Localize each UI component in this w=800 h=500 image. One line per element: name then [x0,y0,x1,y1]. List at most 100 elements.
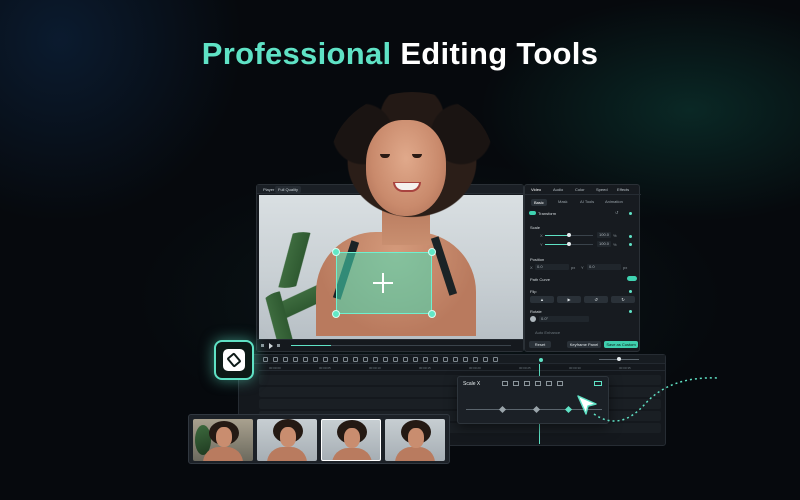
subtab-animation[interactable]: Animation [605,199,623,204]
filmstrip-frame[interactable] [385,419,445,461]
filmstrip-frame-selected[interactable] [321,419,381,461]
undo-icon[interactable] [273,357,278,362]
subtab-mask[interactable]: Mask [558,199,568,204]
zoom-knob[interactable] [617,357,621,361]
path-curve-toggle[interactable] [627,276,637,281]
headline: Professional Editing Tools [0,36,800,72]
pos-y-label: Y [581,265,584,270]
stabilize-icon[interactable] [463,357,468,362]
keyframe-diamond-icon[interactable] [564,405,573,414]
mask-handle-bottom-left[interactable] [332,310,340,318]
tab-color[interactable]: Color [575,187,585,192]
delete-icon[interactable] [293,357,298,362]
ruler-tick: 00:00:10 [369,366,381,370]
ruler-tick: 00:00:15 [419,366,431,370]
timeline-ruler[interactable]: 00:00:00 00:00:05 00:00:10 00:00:15 00:0… [259,365,665,371]
snap-icon[interactable] [473,357,478,362]
curve-hold-icon[interactable] [546,381,552,386]
tab-quality[interactable]: Full Quality [275,186,302,193]
record-icon[interactable] [423,357,428,362]
mask-tool-icon [223,349,245,371]
scale-label: Scale [530,225,541,230]
curve-ease-out-icon[interactable] [535,381,541,386]
keyframe-diamond-icon[interactable] [629,212,632,215]
pos-x-label: X [530,265,533,270]
effects-icon[interactable] [393,357,398,362]
keyframe-diamond-icon[interactable] [532,405,541,414]
rotate-value[interactable]: 0.0° [539,316,589,322]
keyframe-diamond-icon[interactable] [629,235,632,238]
keyframe-diamond-icon[interactable] [629,310,632,313]
curve-expand-icon[interactable] [557,381,563,386]
motion-path [593,377,719,422]
split-icon[interactable] [303,357,308,362]
plus-icon [382,273,384,293]
curve-ease-icon[interactable] [513,381,519,386]
prev-frame-icon[interactable] [261,344,264,347]
group-icon[interactable] [443,357,448,362]
flip-horizontal-button[interactable]: ▲ [530,296,554,303]
marker-icon[interactable] [433,357,438,362]
scale-y-knob[interactable] [567,242,571,246]
curve-linear-icon[interactable] [502,381,508,386]
transition-icon[interactable] [383,357,388,362]
text-icon[interactable] [323,357,328,362]
flip-vertical-button[interactable]: ▶ [557,296,581,303]
play-icon[interactable] [269,343,273,349]
frame-face [344,428,360,448]
ruler-tick: 00:00:25 [519,366,531,370]
freeze-icon[interactable] [373,357,378,362]
crop-icon[interactable] [313,357,318,362]
scale-x-knob[interactable] [567,233,571,237]
keyframe-panel-button[interactable]: Keyframe Panel [567,341,601,348]
headline-rest: Editing Tools [391,36,599,71]
mask-handle-bottom-right[interactable] [428,310,436,318]
mask-icon[interactable] [363,357,368,362]
pos-y-value[interactable]: 0.0 [587,264,621,270]
keyframe-diamond-icon[interactable] [629,243,632,246]
zoom-fit-icon[interactable] [493,357,498,362]
ai-icon[interactable] [413,357,418,362]
filmstrip-frame[interactable] [257,419,317,461]
person-face [366,120,446,216]
frame-face [408,428,424,448]
mask-handle-top-right[interactable] [428,248,436,256]
mask-tool-button[interactable] [214,340,254,380]
pos-x-value[interactable]: 0.0 [535,264,569,270]
scale-x-value[interactable]: 100.0 [597,232,612,238]
next-frame-icon[interactable] [277,344,280,347]
filmstrip-frame[interactable] [193,419,253,461]
frame-face [216,427,232,447]
redo-icon[interactable] [283,357,288,362]
transform-toggle[interactable] [529,211,536,215]
px-unit: px [623,265,628,270]
reset-icon[interactable]: ↺ [615,210,618,215]
link-icon[interactable] [483,357,488,362]
subtab-ai-tools[interactable]: AI Tools [580,199,594,204]
tab-speed[interactable]: Speed [596,187,608,192]
tab-effects[interactable]: Effects [617,187,629,192]
curve-ease-in-icon[interactable] [524,381,530,386]
keyframe-icon[interactable] [403,357,408,362]
audio-icon[interactable] [353,357,358,362]
render-indicator-icon[interactable] [539,358,543,362]
mask-handle-top-left[interactable] [332,248,340,256]
tab-audio[interactable]: Audio [553,187,563,192]
rotate-left-button[interactable]: ↺ [584,296,608,303]
frame-body [203,447,243,461]
keyframe-diamond-icon[interactable] [629,290,632,293]
color-icon[interactable] [343,357,348,362]
keyframe-diamond-icon[interactable] [498,405,507,414]
scrub-progress [291,345,331,346]
rotate-right-button[interactable]: ↻ [611,296,635,303]
rotate-dial-icon[interactable] [530,316,536,322]
tab-video[interactable]: Video [531,187,541,192]
select-tool-icon[interactable] [263,357,268,362]
scale-y-value[interactable]: 100.0 [597,241,612,247]
subtab-basic[interactable]: Basic [531,199,547,206]
speed-icon[interactable] [333,357,338,362]
detach-icon[interactable] [453,357,458,362]
reset-button[interactable]: Reset [529,341,551,348]
save-as-custom-button[interactable]: Save as Custom [604,341,638,348]
frame-body [267,447,307,461]
